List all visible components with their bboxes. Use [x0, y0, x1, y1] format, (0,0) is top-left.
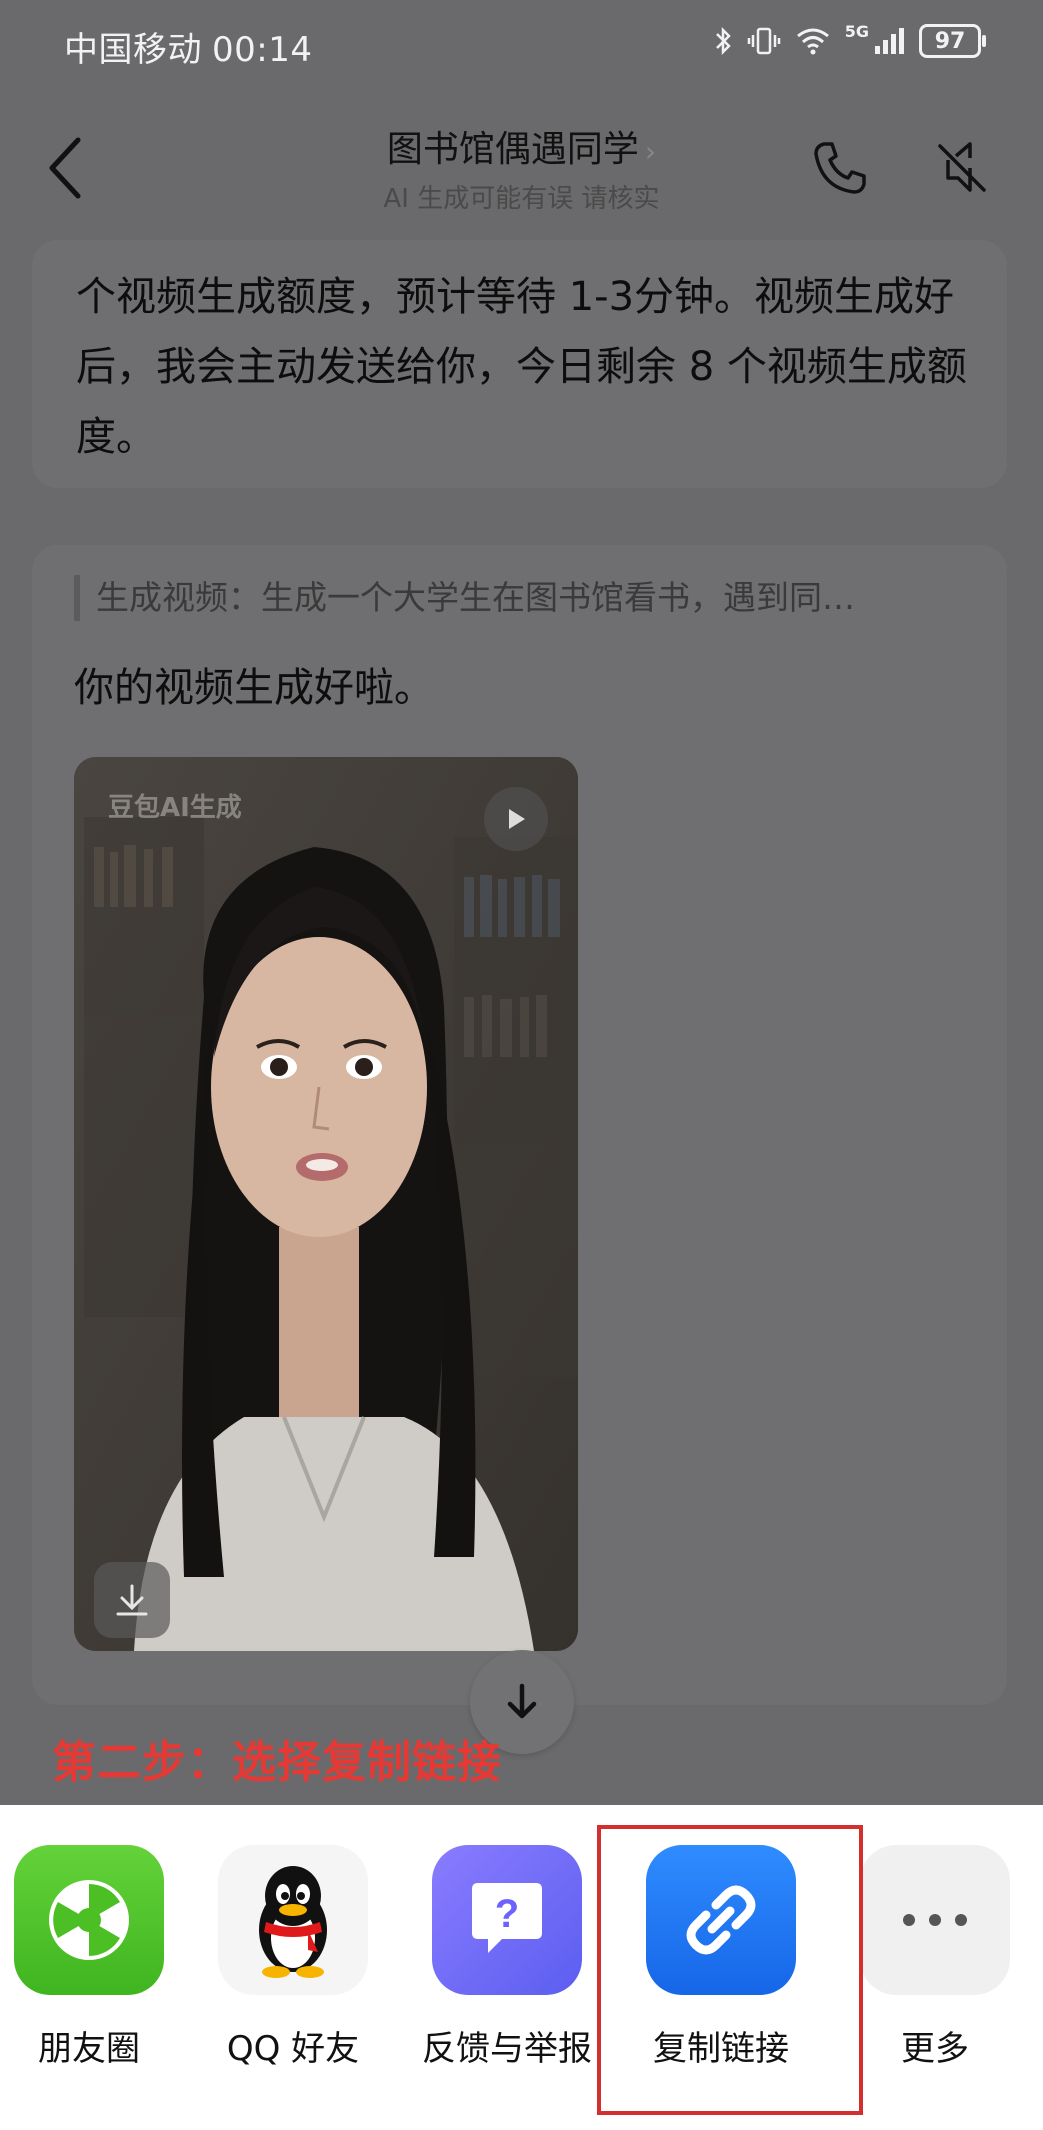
- chat-header: 图书馆偶遇同学 › AI 生成可能有误 请核实: [0, 110, 1043, 220]
- ai-disclaimer: AI 生成可能有误 请核实: [383, 184, 660, 214]
- message-text: 个视频生成额度，预计等待 1-3分钟。视频生成好后，我会主动发送给你，今日剩余 …: [76, 274, 967, 460]
- battery-icon: 97: [919, 24, 986, 58]
- qq-penguin-icon: [218, 1845, 368, 1995]
- share-label: 反馈与举报: [422, 2029, 592, 2069]
- bluetooth-icon: [715, 26, 731, 56]
- status-icons: 5G 97: [713, 21, 986, 58]
- reply-text: 你的视频生成好啦。: [74, 665, 434, 711]
- share-label: 更多: [901, 2029, 969, 2069]
- arrow-down-icon: [507, 1683, 537, 1719]
- quoted-request: 生成视频：生成一个大学生在图书馆看书，遇到同…: [74, 575, 996, 621]
- page-title[interactable]: 图书馆偶遇同学 ›: [0, 120, 1043, 172]
- video-frame-image: [74, 757, 578, 1651]
- network-type: 5G: [844, 21, 869, 41]
- chevron-right-icon: ›: [644, 135, 657, 168]
- phone-icon[interactable]: [810, 138, 870, 198]
- carrier-time: 中国移动 00:14: [64, 22, 312, 71]
- share-item-moments[interactable]: 朋友圈: [0, 1805, 179, 2070]
- share-label: QQ 好友: [226, 2029, 360, 2069]
- moments-icon: [14, 1845, 164, 1995]
- share-item-more[interactable]: 更多: [845, 1805, 1025, 2070]
- share-item-feedback[interactable]: ? 反馈与举报: [417, 1805, 597, 2070]
- highlight-box: [597, 1825, 863, 2115]
- svg-text:?: ?: [495, 1892, 519, 1936]
- chat-title: 图书馆偶遇同学: [386, 129, 639, 170]
- feedback-icon: ?: [432, 1845, 582, 1995]
- ai-watermark: 豆包AI生成: [108, 793, 242, 823]
- share-item-qq[interactable]: QQ 好友: [203, 1805, 383, 2070]
- video-thumbnail[interactable]: 豆包AI生成: [74, 757, 578, 1651]
- more-icon: [860, 1845, 1010, 1995]
- step-annotation: 第二步：选择复制链接: [52, 1737, 502, 1788]
- message-bubble[interactable]: 个视频生成额度，预计等待 1-3分钟。视频生成好后，我会主动发送给你，今日剩余 …: [32, 240, 1007, 488]
- title-block[interactable]: 图书馆偶遇同学 › AI 生成可能有误 请核实: [0, 120, 1043, 215]
- download-icon[interactable]: [94, 1562, 170, 1638]
- mute-icon[interactable]: [932, 138, 992, 198]
- share-sheet: 朋友圈 QQ 好友 ? 反馈与举报 复制链接 更多: [0, 1805, 1043, 2130]
- clock: 00:14: [212, 30, 313, 70]
- signal-icon: [875, 28, 904, 54]
- play-icon[interactable]: [484, 787, 548, 851]
- vibrate-icon: [747, 27, 780, 55]
- status-bar: 中国移动 00:14 5G 97: [0, 0, 1043, 90]
- share-label: 朋友圈: [38, 2029, 140, 2069]
- battery-level: 97: [934, 28, 966, 54]
- carrier-name: 中国移动: [64, 30, 202, 70]
- wifi-icon: [796, 28, 829, 55]
